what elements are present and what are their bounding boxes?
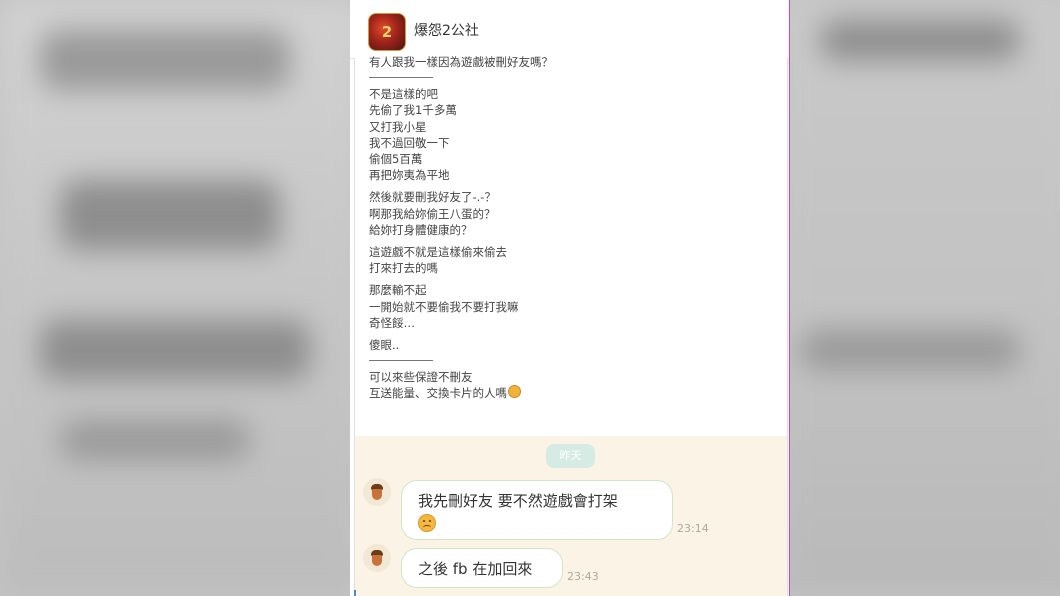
chat-area: 昨天 我先刪好友 要不然遊戲會打架 23:14 之後 fb 在加回來 23:43: [354, 436, 788, 596]
message-bubble[interactable]: 我先刪好友 要不然遊戲會打架: [401, 480, 673, 540]
post-line: 我不過回敬一下: [369, 135, 450, 150]
post-line: 奇怪餒…: [369, 315, 415, 330]
acorn-avatar-icon[interactable]: [363, 478, 391, 506]
blurred-left-panel: [0, 0, 360, 596]
post-line: 偷個5百萬: [369, 152, 423, 167]
divider: [369, 77, 433, 79]
post-line: 先偷了我1千多萬: [369, 103, 457, 118]
blurred-right-panel: [780, 0, 1060, 596]
divider: [369, 360, 433, 362]
text-cursor: [354, 590, 356, 596]
post-line: 不是這樣的吧: [369, 87, 438, 102]
post-line: 然後就要刪我好友了-.-？: [369, 190, 496, 205]
date-separator: 昨天: [546, 444, 595, 468]
post-line: 啊那我給妳偷王八蛋的？: [369, 206, 496, 221]
post-line: 又打我小星: [369, 119, 427, 134]
acorn-avatar-icon[interactable]: [363, 544, 391, 572]
chat-title: 爆怨2公社: [414, 23, 479, 39]
message-text: 我先刪好友 要不然遊戲會打架: [418, 492, 618, 510]
phone-screenshot: 2 爆怨2公社 有人跟我一樣因為遊戲被刪好友嗎？ 不是這樣的吧 先偷了我1千多萬…: [350, 0, 790, 596]
message-text: 之後 fb 在加回來: [418, 560, 533, 578]
post-line-with-emoji: 互送能量、交換卡片的人嗎: [369, 385, 769, 401]
post-first-line: 有人跟我一樣因為遊戲被刪好友嗎？: [369, 55, 553, 69]
disappointed-face-emoji-icon: [418, 514, 436, 533]
post-line: 那麼輸不起: [369, 283, 427, 298]
post-text: 有人跟我一樣因為遊戲被刪好友嗎？ 不是這樣的吧 先偷了我1千多萬 又打我小星 我…: [369, 54, 769, 402]
message-bubble[interactable]: 之後 fb 在加回來: [401, 548, 563, 588]
post-content: 有人跟我一樣因為遊戲被刪好友嗎？ 不是這樣的吧 先偷了我1千多萬 又打我小星 我…: [354, 55, 788, 436]
post-line: 可以來些保證不刪友: [369, 370, 473, 385]
chat-header: 2 爆怨2公社: [350, 0, 790, 59]
game-app-icon[interactable]: 2: [368, 13, 406, 51]
message-time: 23:14: [677, 522, 709, 535]
message-time: 23:43: [567, 570, 599, 583]
post-line: 互送能量、交換卡片的人嗎: [369, 386, 507, 401]
laughing-emoji-icon: [508, 385, 521, 399]
post-line: 這遊戲不就是這樣偷來偷去: [369, 245, 507, 260]
post-line: 一開始就不要偷我不要打我嘛: [369, 299, 519, 314]
post-line: 打來打去的嗎: [369, 261, 438, 276]
post-line: 再把妳夷為平地: [369, 168, 450, 183]
post-line: 傻眼..: [369, 338, 400, 353]
window-edge: [789, 0, 790, 596]
post-line: 給妳打身體健康的？: [369, 222, 473, 237]
